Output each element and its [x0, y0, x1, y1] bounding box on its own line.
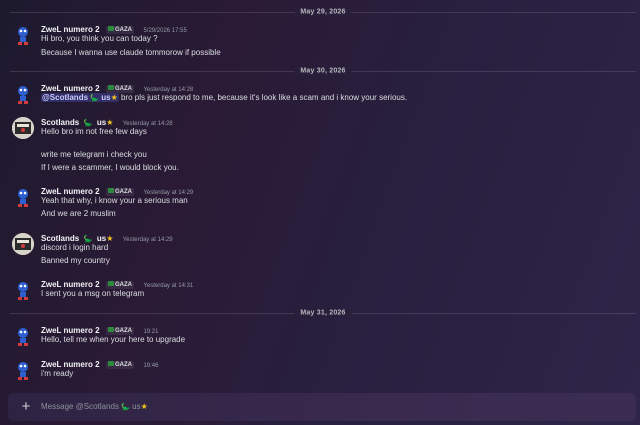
message-text: discord i login hard	[41, 243, 109, 252]
avatar[interactable]	[12, 117, 34, 139]
avatar[interactable]	[12, 186, 34, 208]
date-divider-label: May 31, 2026	[294, 309, 352, 317]
message-text: write me telegram i check you	[41, 150, 147, 159]
message-text: If I were a scammer, I would block you.	[41, 163, 179, 172]
message-text: And we are 2 muslim	[41, 209, 116, 218]
user-mention[interactable]: @Scotlands 🦕 us★	[41, 93, 119, 102]
message-input-placeholder: Message @Scotlands	[41, 402, 119, 411]
star-emoji-icon: ★	[110, 93, 118, 102]
message-composer[interactable]: + Message @Scotlands 🦕 us★	[8, 393, 636, 421]
attach-plus-icon[interactable]: +	[16, 397, 36, 417]
message-text: Because I wanna use claude tommorow if p…	[41, 48, 221, 57]
date-divider-label: May 30, 2026	[294, 67, 352, 75]
message-text: i'm ready	[41, 369, 74, 378]
date-divider: May 30, 2026	[10, 67, 636, 75]
flag-icon	[107, 188, 114, 193]
flag-icon	[107, 26, 114, 31]
message-text: Banned my country	[41, 256, 110, 265]
flag-icon	[107, 85, 114, 90]
guild-tag-label: GAZA	[114, 362, 132, 368]
flag-icon	[107, 281, 114, 286]
message-list: May 29, 2026 ZweL numero 2 GAZA 5/29/202…	[0, 0, 640, 390]
message-text: @Scotlands 🦕 us★ bro pls just respond to…	[41, 92, 407, 104]
flag-icon	[107, 327, 114, 332]
message-input[interactable]: Message @Scotlands 🦕 us★	[41, 393, 148, 421]
timestamp: Yesterday at 14:31	[143, 283, 194, 289]
avatar[interactable]	[12, 83, 34, 105]
message-text: I sent you a msg on telegram	[41, 289, 145, 298]
date-divider: May 31, 2026	[10, 309, 636, 317]
avatar[interactable]	[12, 24, 34, 46]
avatar[interactable]	[12, 233, 34, 255]
message-input-placeholder-suffix: us	[132, 402, 141, 411]
message-text: Yeah that why, i know your a serious man	[41, 196, 188, 205]
timestamp: Yesterday at 14:29	[122, 237, 173, 243]
star-emoji-icon: ★	[140, 402, 148, 411]
avatar[interactable]	[12, 325, 34, 347]
date-divider: May 29, 2026	[10, 8, 636, 16]
dino-emoji-icon: 🦕	[121, 404, 130, 411]
mention-suffix: us	[101, 93, 111, 102]
message-text: Hello, tell me when your here to upgrade	[41, 335, 186, 344]
avatar[interactable]	[12, 359, 34, 381]
date-divider-label: May 29, 2026	[294, 8, 352, 16]
dino-emoji-icon: 🦕	[90, 95, 99, 102]
avatar[interactable]	[12, 279, 34, 301]
message-text: Hello bro im not free few days	[41, 127, 147, 136]
mention-name: @Scotlands	[42, 93, 89, 102]
flag-icon	[107, 361, 114, 366]
message-text-body: bro pls just respond to me, because it's…	[120, 93, 408, 102]
message-text: Hi bro, you think you can today ?	[41, 34, 158, 43]
guild-tag[interactable]: GAZA	[105, 361, 134, 369]
timestamp: 19:46	[143, 363, 159, 369]
